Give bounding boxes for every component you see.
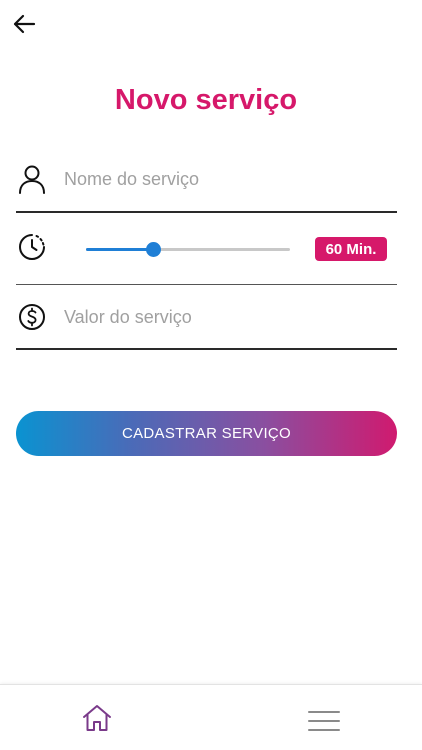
user-icon bbox=[16, 163, 48, 195]
service-name-underline bbox=[16, 211, 397, 213]
duration-divider bbox=[16, 284, 397, 285]
nav-menu-button[interactable] bbox=[307, 707, 341, 735]
page-title: Novo serviço bbox=[114, 84, 298, 116]
dollar-circle-icon bbox=[16, 301, 48, 333]
clock-icon bbox=[16, 231, 48, 263]
duration-badge: 60 Min. bbox=[315, 237, 387, 261]
hamburger-menu-icon bbox=[308, 711, 340, 731]
home-icon bbox=[83, 705, 111, 731]
service-name-input[interactable] bbox=[64, 168, 364, 190]
back-button[interactable] bbox=[10, 10, 38, 38]
new-service-screen: Novo serviço 60 Min. bbox=[0, 0, 422, 750]
duration-slider[interactable] bbox=[86, 242, 290, 257]
nav-home-button[interactable] bbox=[80, 701, 114, 735]
service-price-underline bbox=[16, 348, 397, 350]
duration-slider-thumb[interactable] bbox=[146, 242, 162, 257]
duration-slider-fill bbox=[86, 248, 154, 251]
arrow-left-icon bbox=[13, 14, 36, 34]
service-price-row bbox=[16, 301, 397, 333]
service-price-input[interactable] bbox=[64, 306, 364, 328]
register-service-button[interactable]: CADASTRAR SERVIÇO bbox=[16, 411, 397, 456]
service-name-row bbox=[16, 163, 397, 195]
bottom-navigation bbox=[0, 684, 422, 750]
